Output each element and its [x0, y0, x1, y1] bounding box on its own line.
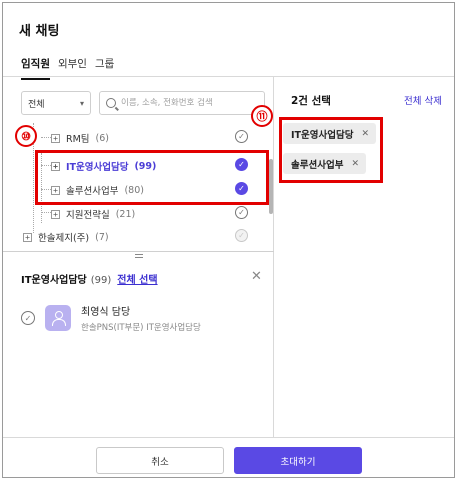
tree-connector — [41, 212, 51, 213]
tree-connector — [41, 189, 51, 190]
org-panel: 전체 ▾ + RM팀 (6) ✓ + IT운영사 — [3, 77, 274, 437]
dialog-title: 새 채팅 — [19, 24, 60, 39]
search-box[interactable] — [99, 91, 265, 115]
tree-node-count: (21) — [115, 208, 136, 220]
select-all-link[interactable]: 전체 선택 — [117, 271, 157, 286]
avatar — [45, 305, 71, 331]
footer-divider — [3, 437, 454, 438]
remove-icon[interactable]: ✕ — [351, 159, 359, 169]
check-icon[interactable]: ✓ — [235, 130, 248, 143]
search-input[interactable] — [121, 98, 258, 108]
check-icon[interactable]: ✓ — [235, 158, 248, 171]
member-name: 최영식 담당 — [81, 307, 131, 318]
selected-chip: IT운영사업담당 ✕ — [283, 123, 377, 144]
selected-chip: 솔루션사업부 ✕ — [283, 153, 366, 174]
tree-connector — [41, 165, 51, 166]
close-icon[interactable]: ✕ — [251, 269, 262, 284]
resize-handle-icon[interactable] — [135, 254, 143, 258]
search-row: 전체 ▾ — [21, 91, 265, 115]
detail-header: IT운영사업담당 (99) 전체 선택 — [21, 271, 158, 286]
tree-node-count: (7) — [95, 231, 109, 243]
detail-group-name: IT운영사업담당 — [21, 275, 87, 286]
scope-select-value: 전체 — [28, 99, 45, 110]
tree-node-support[interactable]: + 지원전략실 (21) — [51, 207, 135, 221]
invite-button[interactable]: 초대하기 — [234, 447, 362, 474]
member-org: 한솔PNS(IT부문) IT운영사업담당 — [81, 323, 201, 333]
tree-node-solutions[interactable]: + 솔루션사업부 (80) — [51, 183, 144, 197]
expand-icon[interactable]: + — [51, 133, 60, 143]
tree-node-label: 지원전략실 — [66, 210, 110, 221]
chevron-down-icon: ▾ — [79, 98, 84, 108]
tree-node-rm-team[interactable]: + RM팀 (6) — [51, 131, 109, 145]
tree-node-count: (99) — [134, 160, 157, 172]
detail-group-count: (99) — [90, 275, 112, 286]
check-icon[interactable]: ✓ — [235, 206, 248, 219]
annotation-marker-10: ⑩ — [15, 125, 37, 147]
new-chat-dialog: 새 채팅 임직원 외부인 그룹 전체 ▾ + — [2, 2, 455, 478]
tree-connector — [41, 137, 51, 138]
tree-node-it-ops[interactable]: + IT운영사업담당 (99) — [51, 159, 156, 173]
check-icon[interactable]: ✓ — [235, 182, 248, 195]
selection-count: 2건 선택 — [291, 95, 331, 107]
cancel-button[interactable]: 취소 — [96, 447, 224, 474]
clear-all-link[interactable]: 전체 삭제 — [404, 93, 442, 107]
member-row[interactable]: ✓ 최영식 담당 한솔PNS(IT부문) IT운영사업담당 — [21, 303, 201, 333]
expand-icon[interactable]: + — [51, 209, 60, 219]
annotation-marker-11: ⑪ — [251, 105, 273, 127]
search-icon — [106, 98, 116, 108]
tree-node-count: (80) — [124, 184, 144, 196]
remove-icon[interactable]: ✕ — [361, 129, 369, 139]
tree-node-label: RM팀 — [66, 134, 90, 145]
chip-label: IT운영사업담당 — [291, 129, 354, 141]
tree-node-label: IT운영사업담당 — [66, 162, 129, 173]
tree-node-label: 솔루션사업부 — [66, 186, 119, 197]
check-icon[interactable]: ✓ — [21, 311, 35, 325]
tree-node-label: 한솔제지(주) — [38, 233, 90, 244]
chip-label: 솔루션사업부 — [291, 159, 344, 171]
check-icon: ✓ — [235, 229, 248, 242]
person-icon — [51, 311, 66, 326]
expand-icon[interactable]: + — [23, 232, 32, 242]
selection-panel: 2건 선택 전체 삭제 IT운영사업담당 ✕ 솔루션사업부 ✕ ⑪ — [251, 77, 454, 437]
expand-icon[interactable]: + — [51, 161, 60, 171]
tree-scrollbar[interactable] — [269, 159, 273, 214]
panel-divider — [3, 251, 274, 252]
tree-node-count: (6) — [95, 132, 110, 144]
tree-node-hansol-paper[interactable]: + 한솔제지(주) (7) — [23, 230, 109, 244]
expand-icon[interactable]: + — [51, 185, 60, 195]
member-info: 최영식 담당 한솔PNS(IT부문) IT운영사업담당 — [81, 303, 201, 333]
scope-select[interactable]: 전체 ▾ — [21, 91, 91, 115]
org-tree: + RM팀 (6) ✓ + IT운영사업담당 (99) ✓ + 솔루션사업부 (… — [3, 123, 274, 251]
